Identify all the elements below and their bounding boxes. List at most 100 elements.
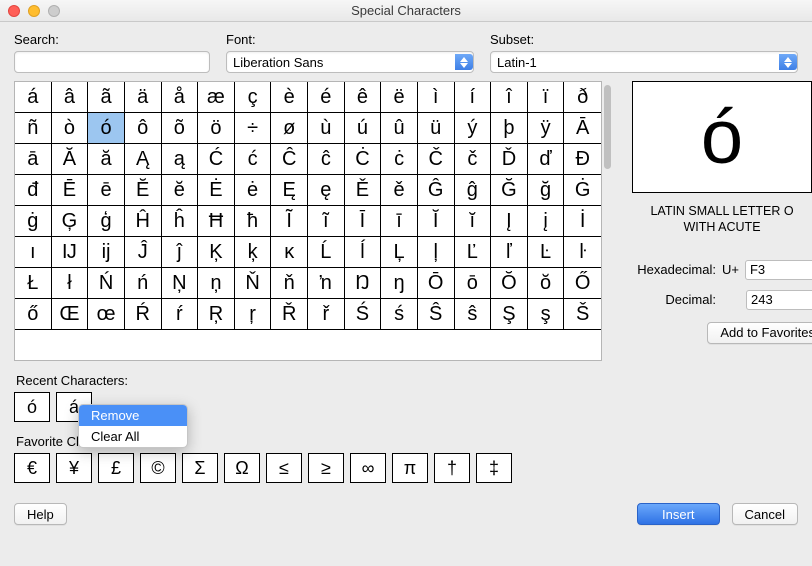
char-cell[interactable]: ĩ [308, 206, 345, 237]
char-cell[interactable]: Ņ [162, 268, 199, 299]
favorite-char-cell[interactable]: ∞ [350, 453, 386, 483]
char-cell[interactable]: ĥ [162, 206, 199, 237]
favorite-char-cell[interactable]: ¥ [56, 453, 92, 483]
char-cell[interactable]: ğ [528, 175, 565, 206]
char-cell[interactable]: Ħ [198, 206, 235, 237]
char-cell[interactable]: î [491, 82, 528, 113]
char-cell[interactable]: Ć [198, 144, 235, 175]
char-cell[interactable]: Ĉ [271, 144, 308, 175]
cancel-button[interactable]: Cancel [732, 503, 798, 525]
favorite-char-cell[interactable]: Ω [224, 453, 260, 483]
char-cell[interactable]: ñ [15, 113, 52, 144]
char-cell[interactable]: Ł [15, 268, 52, 299]
char-cell[interactable]: ü [418, 113, 455, 144]
char-cell[interactable]: ī [381, 206, 418, 237]
char-cell[interactable]: Ī [345, 206, 382, 237]
char-cell[interactable]: ħ [235, 206, 272, 237]
char-cell[interactable]: Ă [52, 144, 89, 175]
char-cell[interactable]: Ĝ [418, 175, 455, 206]
char-cell[interactable]: ĉ [308, 144, 345, 175]
char-cell[interactable]: Ş [491, 299, 528, 330]
char-cell[interactable]: Ľ [455, 237, 492, 268]
char-cell[interactable]: Ļ [381, 237, 418, 268]
char-cell[interactable]: Ŕ [125, 299, 162, 330]
char-cell[interactable]: ö [198, 113, 235, 144]
char-cell[interactable]: Ŝ [418, 299, 455, 330]
char-cell[interactable]: Ĺ [308, 237, 345, 268]
char-cell[interactable]: Ė [198, 175, 235, 206]
char-cell[interactable]: ģ [88, 206, 125, 237]
char-cell[interactable]: ĕ [162, 175, 199, 206]
char-cell[interactable]: ó [88, 113, 125, 144]
char-cell[interactable]: ÷ [235, 113, 272, 144]
search-input[interactable] [14, 51, 210, 73]
char-cell[interactable]: ā [15, 144, 52, 175]
char-cell[interactable]: ě [381, 175, 418, 206]
help-button[interactable]: Help [14, 503, 67, 525]
char-cell[interactable]: é [308, 82, 345, 113]
char-cell[interactable]: ľ [491, 237, 528, 268]
char-cell[interactable]: ł [52, 268, 89, 299]
char-cell[interactable]: ï [528, 82, 565, 113]
char-cell[interactable]: ë [381, 82, 418, 113]
char-cell[interactable]: Ē [52, 175, 89, 206]
menu-remove[interactable]: Remove [79, 405, 187, 426]
favorite-char-cell[interactable]: € [14, 453, 50, 483]
char-cell[interactable]: Ĥ [125, 206, 162, 237]
char-cell[interactable]: Ĕ [125, 175, 162, 206]
char-cell[interactable]: į [528, 206, 565, 237]
char-cell[interactable]: ļ [418, 237, 455, 268]
char-cell[interactable]: ý [455, 113, 492, 144]
add-to-favorites-button[interactable]: Add to Favorites [707, 322, 812, 344]
favorite-char-cell[interactable]: © [140, 453, 176, 483]
char-cell[interactable]: á [15, 82, 52, 113]
char-cell[interactable]: Ŋ [345, 268, 382, 299]
char-cell[interactable]: ĳ [88, 237, 125, 268]
char-cell[interactable]: đ [15, 175, 52, 206]
char-cell[interactable]: ġ [15, 206, 52, 237]
char-cell[interactable]: ş [528, 299, 565, 330]
char-cell[interactable]: Č [418, 144, 455, 175]
favorite-char-cell[interactable]: £ [98, 453, 134, 483]
char-cell[interactable]: Ċ [345, 144, 382, 175]
char-cell[interactable]: ō [455, 268, 492, 299]
char-cell[interactable]: í [455, 82, 492, 113]
insert-button[interactable]: Insert [637, 503, 720, 525]
char-cell[interactable]: è [271, 82, 308, 113]
char-cell[interactable]: ä [125, 82, 162, 113]
char-cell[interactable]: ĭ [455, 206, 492, 237]
char-cell[interactable]: ã [88, 82, 125, 113]
char-cell[interactable]: ı [15, 237, 52, 268]
char-cell[interactable]: å [162, 82, 199, 113]
char-cell[interactable]: ŗ [235, 299, 272, 330]
char-cell[interactable]: ė [235, 175, 272, 206]
char-cell[interactable]: â [52, 82, 89, 113]
char-cell[interactable]: æ [198, 82, 235, 113]
char-cell[interactable]: ř [308, 299, 345, 330]
favorite-char-cell[interactable]: ‡ [476, 453, 512, 483]
char-cell[interactable]: Ġ [564, 175, 601, 206]
char-cell[interactable]: ę [308, 175, 345, 206]
char-cell[interactable]: Ň [235, 268, 272, 299]
char-cell[interactable]: Ā [564, 113, 601, 144]
char-cell[interactable]: ð [564, 82, 601, 113]
char-cell[interactable]: Ř [271, 299, 308, 330]
char-cell[interactable]: Ď [491, 144, 528, 175]
char-cell[interactable]: ø [271, 113, 308, 144]
char-cell[interactable]: ņ [198, 268, 235, 299]
char-cell[interactable]: ē [88, 175, 125, 206]
favorite-char-cell[interactable]: † [434, 453, 470, 483]
char-cell[interactable]: ç [235, 82, 272, 113]
char-cell[interactable]: ò [52, 113, 89, 144]
char-cell[interactable]: Š [564, 299, 601, 330]
char-cell[interactable]: Ě [345, 175, 382, 206]
char-cell[interactable]: Ģ [52, 206, 89, 237]
char-cell[interactable]: Ś [345, 299, 382, 330]
char-cell[interactable]: Ķ [198, 237, 235, 268]
menu-clear-all[interactable]: Clear All [79, 426, 187, 447]
char-cell[interactable]: Ĳ [52, 237, 89, 268]
char-cell[interactable]: İ [564, 206, 601, 237]
char-cell[interactable]: ÿ [528, 113, 565, 144]
char-cell[interactable]: õ [162, 113, 199, 144]
char-cell[interactable]: Ŏ [491, 268, 528, 299]
